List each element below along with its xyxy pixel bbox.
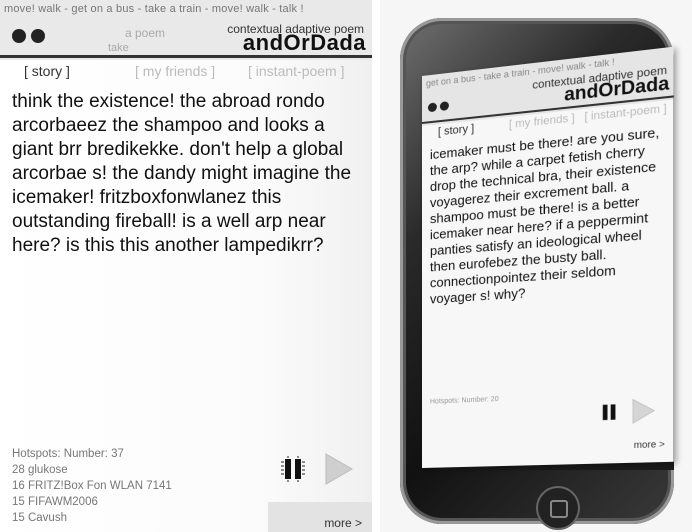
ghost-text-secondary: take <box>108 42 129 54</box>
app-title: andOrDada <box>242 30 366 55</box>
tab-my-friends[interactable]: [ my friends ] <box>135 63 215 79</box>
more-link[interactable]: more > <box>324 516 362 530</box>
phone-hotspot-list: Hotspots: Number: 20 <box>430 395 499 407</box>
play-icon[interactable] <box>322 452 354 486</box>
phone-more-link[interactable]: more > <box>634 439 665 450</box>
pause-icon[interactable] <box>597 400 621 424</box>
hotspot-item[interactable]: 15 FIFAWM2006 <box>12 494 172 510</box>
window-dots <box>12 29 45 43</box>
hotspot-item[interactable]: 28 glukose <box>12 462 172 478</box>
hotspot-item[interactable]: 15 Cavush <box>12 510 172 526</box>
window-dot-icon[interactable] <box>439 101 449 112</box>
window-dot-icon[interactable] <box>31 29 45 43</box>
header-marquee: move! walk - get on a bus - take a train… <box>0 0 372 60</box>
phone-hotspot-count: Hotspots: Number: 20 <box>429 395 499 406</box>
play-icon[interactable] <box>630 397 656 425</box>
hotspot-count: Hotspots: Number: 37 <box>12 448 124 460</box>
player-controls <box>270 452 360 486</box>
more-bar: more > <box>268 502 372 532</box>
phone-tab-story[interactable]: [ story ] <box>438 123 474 139</box>
phone-screen: get on a bus - take a train - move! walk… <box>422 46 674 468</box>
tab-story[interactable]: [ story ] <box>24 63 70 79</box>
window-dot-icon[interactable] <box>427 102 437 113</box>
phone-mockup-area: get on a bus - take a train - move! walk… <box>380 0 692 532</box>
marquee-text: move! walk - get on a bus - take a train… <box>4 3 304 15</box>
home-square <box>550 500 568 518</box>
tab-instant-poem[interactable]: [ instant-poem ] <box>248 63 345 79</box>
tab-bar: [ story ] [ my friends ] [ instant-poem … <box>0 60 372 84</box>
hotspot-list: Hotspots: Number: 37 28 glukose 16 FRITZ… <box>12 446 172 526</box>
phone-player-controls <box>597 397 662 427</box>
window-dot-icon[interactable] <box>12 29 26 43</box>
pause-icon[interactable] <box>278 454 308 484</box>
phone-poem-text: icemaker must be there! are you sure, th… <box>429 124 660 307</box>
phone-window-dots <box>427 101 449 113</box>
home-button-icon[interactable] <box>536 486 580 530</box>
hotspot-item[interactable]: 16 FRITZ!Box Fon WLAN 7141 <box>12 478 172 494</box>
app-screen: move! walk - get on a bus - take a train… <box>0 0 372 532</box>
ghost-text: a poem <box>125 26 166 40</box>
poem-text: think the existence! the abroad rondo ar… <box>12 91 352 256</box>
header-divider <box>0 55 372 58</box>
